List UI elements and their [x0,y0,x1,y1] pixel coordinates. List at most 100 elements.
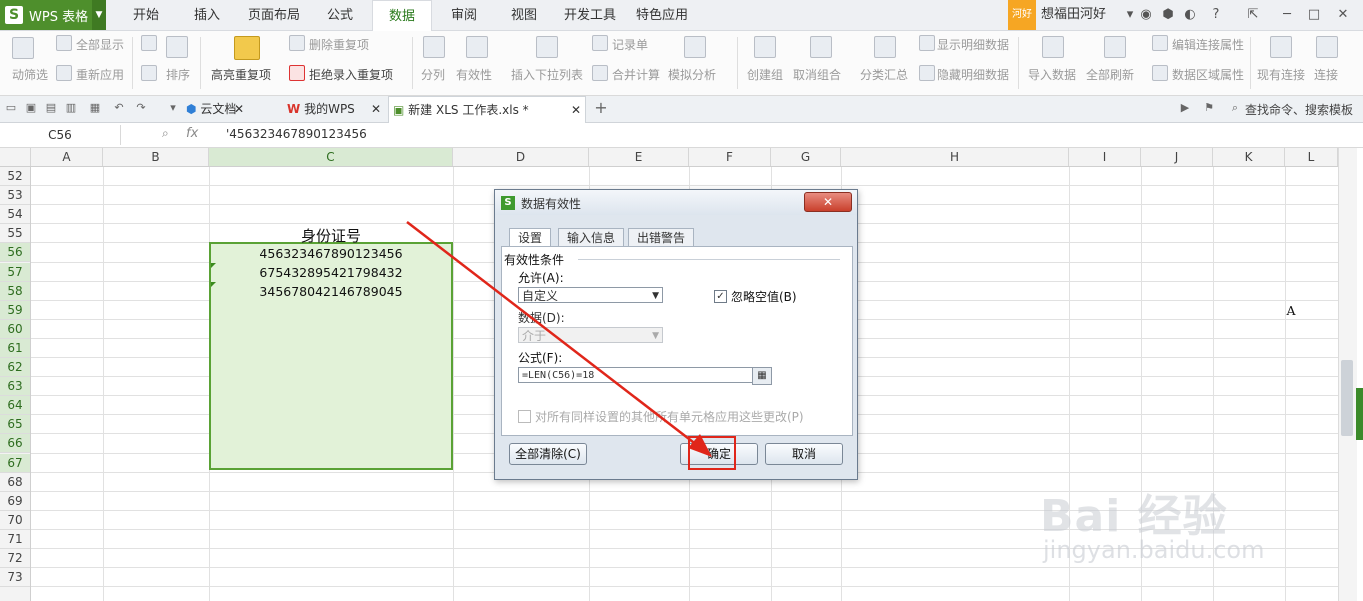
tab-workbook[interactable]: ▣ 新建 XLS 工作表.xls * ✕ [388,96,586,123]
quick-access-dropdown-icon[interactable]: ▾ [166,101,180,115]
cell-c56[interactable]: 456323467890123456 [209,246,453,261]
group-button[interactable]: 创建组 [747,66,783,83]
user-dropdown-icon[interactable]: ▾ [1122,7,1138,23]
side-panel-toggle[interactable] [1356,388,1363,440]
subtotal-button[interactable]: 分类汇总 [860,66,908,83]
sort-asc-icon[interactable] [141,35,157,51]
show-all-button[interactable]: 全部显示 [76,36,124,53]
close-tab-icon[interactable]: ✕ [234,96,244,122]
import-data-button[interactable]: 导入数据 [1028,66,1076,83]
scroll-thumb[interactable] [1341,360,1353,436]
column-header[interactable]: C [209,148,453,166]
refresh-all-button[interactable]: 全部刷新 [1086,66,1134,83]
merge-calc-button[interactable]: 合并计算 [612,66,660,83]
cell-l59[interactable]: A [1285,303,1297,318]
apply-all-checkbox[interactable] [518,410,531,423]
close-tab-icon[interactable]: ✕ [371,96,381,122]
column-header[interactable]: A [31,148,103,166]
row-header[interactable]: 71 [0,530,30,549]
tab-formula[interactable]: 公式 [316,0,364,30]
formula-input[interactable]: '456323467890123456 [226,127,367,141]
export-pdf-icon[interactable]: ▦ [88,101,102,115]
highlight-duplicates-button[interactable]: 高亮重复项 [211,66,271,83]
remove-duplicates-button[interactable]: 删除重复项 [309,36,369,53]
tab-insert[interactable]: 插入 [183,0,231,30]
minimize-icon[interactable]: ─ [1279,7,1295,23]
tab-cloud-docs[interactable]: ⬢ 云文档 ✕ [186,96,276,122]
auto-filter-button[interactable]: 动筛选 [12,66,48,83]
insert-dropdown-button[interactable]: 插入下拉列表 [511,66,583,83]
new-tab-icon[interactable]: + [594,100,608,116]
column-header[interactable]: F [689,148,771,166]
app-menu-button[interactable]: S WPS 表格 ▼ [0,0,106,30]
row-header[interactable]: 54 [0,205,30,225]
row-header[interactable]: 52 [0,167,30,186]
row-header[interactable]: 59 [0,300,30,320]
chevron-down-icon[interactable]: ▼ [92,0,106,30]
tab-view[interactable]: 视图 [500,0,548,30]
save-icon[interactable]: ▣ [24,101,38,115]
row-header[interactable]: 67 [0,453,30,473]
column-header[interactable]: K [1213,148,1285,166]
select-all-corner[interactable] [0,148,31,166]
tab-data[interactable]: 数据 [372,0,432,32]
row-header[interactable]: 62 [0,358,30,377]
skin-icon[interactable]: ⬢ [1160,7,1176,23]
allow-select[interactable]: 自定义 ▼ [518,287,663,303]
validity-button[interactable]: 有效性 [456,66,492,83]
data-range-button[interactable]: 数据区域属性 [1172,66,1244,83]
row-header[interactable]: 55 [0,224,30,244]
ignore-blank-checkbox[interactable]: ✓ [714,290,727,303]
sort-desc-icon[interactable] [141,65,157,81]
column-header[interactable]: L [1285,148,1338,166]
reapply-button[interactable]: 重新应用 [76,66,124,83]
row-header[interactable]: 60 [0,319,30,339]
play-icon[interactable]: ▶ [1178,101,1192,115]
restore-window-icon[interactable]: ⇱ [1245,7,1261,23]
user-avatar[interactable]: 河好 [1008,0,1036,30]
zoom-icon[interactable]: ⌕ [162,126,169,141]
feedback-icon[interactable]: ◐ [1182,7,1198,23]
row-header[interactable]: 68 [0,473,30,492]
row-header[interactable]: 53 [0,186,30,206]
row-header[interactable]: 72 [0,549,30,568]
cell-c58[interactable]: 345678042146789045 [209,284,453,299]
tab-developer[interactable]: 开发工具 [560,0,620,30]
column-header[interactable]: I [1069,148,1141,166]
column-header[interactable]: E [589,148,689,166]
tab-special[interactable]: 特色应用 [632,0,692,30]
row-header[interactable]: 57 [0,262,30,282]
open-icon[interactable]: ▭ [4,101,18,115]
row-header[interactable]: 73 [0,568,30,588]
hide-detail-button[interactable]: 隐藏明细数据 [937,66,1009,83]
existing-connection-button[interactable]: 现有连接 [1257,66,1305,83]
show-detail-button[interactable]: 显示明细数据 [937,36,1009,53]
search-command-input[interactable]: 查找命令、搜索模板 [1245,101,1353,118]
formula-input[interactable]: =LEN(C56)=18 [518,367,770,383]
column-header[interactable]: G [771,148,841,166]
redo-icon[interactable]: ↷ [134,101,148,115]
name-box[interactable]: C56 [0,125,121,145]
record-form-button[interactable]: 记录单 [612,36,648,53]
row-header[interactable]: 63 [0,377,30,397]
column-header[interactable]: H [841,148,1069,166]
tab-my-wps[interactable]: W 我的WPS ✕ [287,96,383,122]
row-header[interactable]: 61 [0,338,30,358]
flag-icon[interactable]: ⚑ [1202,101,1216,115]
tab-settings[interactable]: 设置 [509,228,552,248]
cancel-button[interactable]: 取消 [765,443,843,465]
cell-c57[interactable]: 675432895421798432 [209,265,453,280]
row-header[interactable]: 66 [0,434,30,454]
clear-all-button[interactable]: 全部清除(C) [509,443,587,465]
print-preview-icon[interactable]: ▤ [44,101,58,115]
sort-button[interactable]: 排序 [166,66,190,83]
dialog-close-button[interactable]: ✕ [804,192,852,212]
column-header[interactable]: B [103,148,209,166]
help-icon[interactable]: ? [1208,7,1224,23]
column-header[interactable]: D [453,148,589,166]
row-header[interactable]: 65 [0,415,30,435]
fx-icon[interactable]: fx [186,126,198,141]
tab-input-message[interactable]: 输入信息 [558,228,625,248]
tab-home[interactable]: 开始 [122,0,170,30]
user-name[interactable]: 想福田河好 [1041,0,1106,30]
